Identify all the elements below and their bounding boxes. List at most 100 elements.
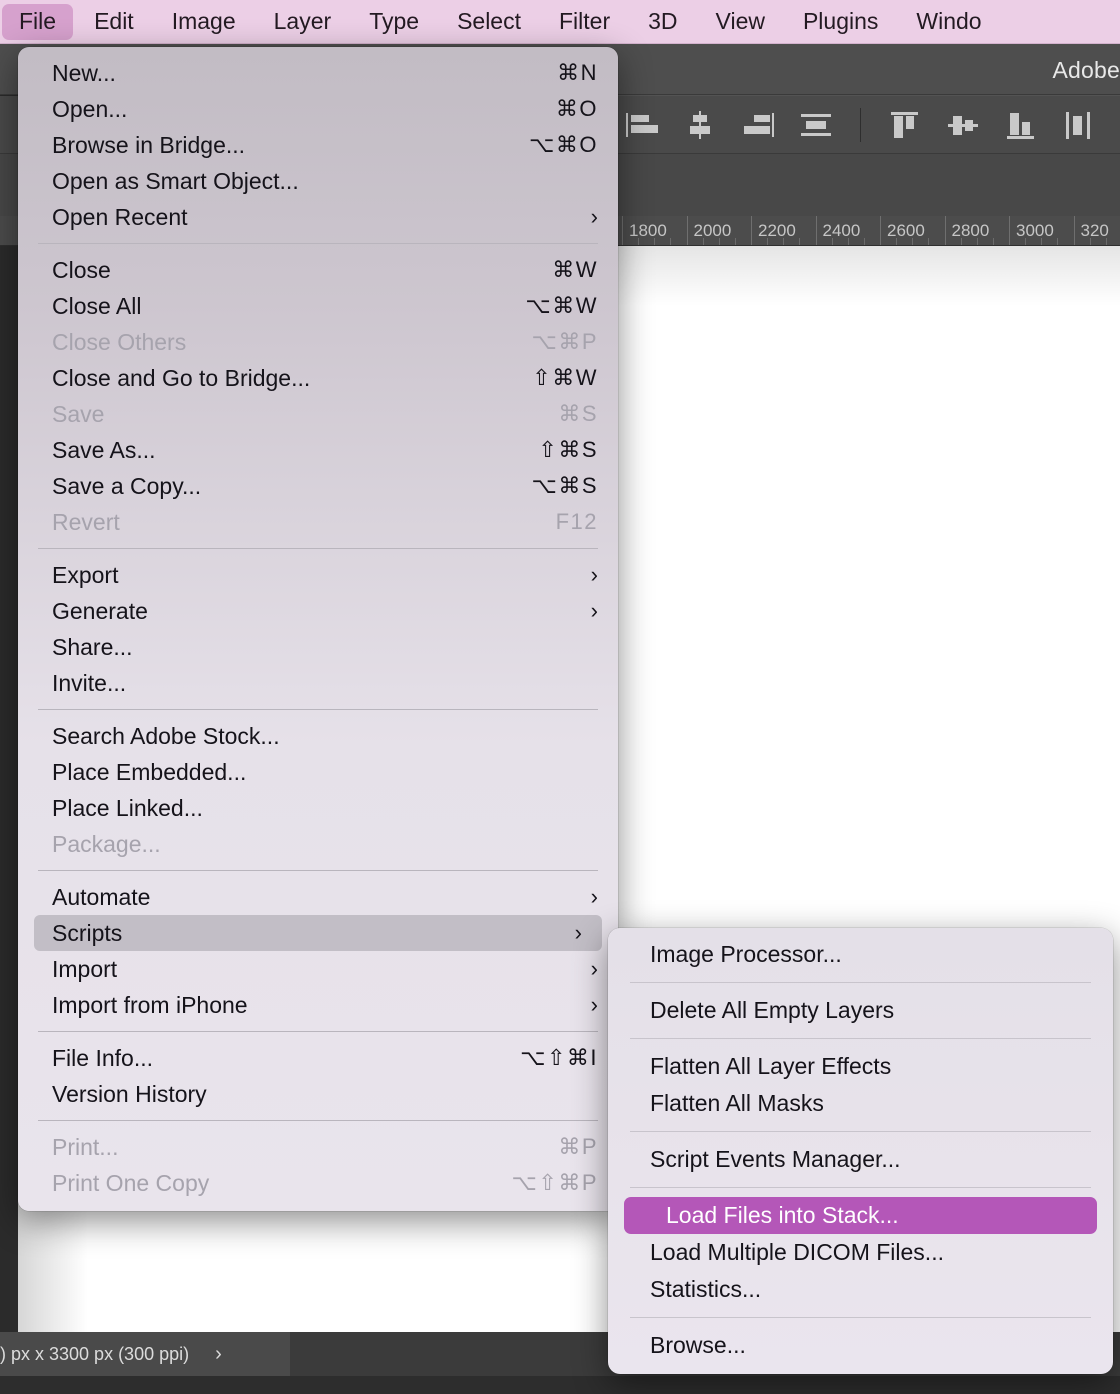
ruler-label: 2200 — [758, 221, 796, 240]
file-menu-item-shortcut: ⇧⌘S — [538, 437, 598, 462]
align-right-edges-icon[interactable] — [740, 110, 776, 140]
menubar-item-3d[interactable]: 3D — [631, 4, 694, 40]
file-menu-item-search-adobe-stock[interactable]: Search Adobe Stock... — [18, 718, 618, 754]
ruler-minor-tick — [799, 238, 801, 245]
file-menu-item-label: Print One Copy — [52, 1169, 210, 1196]
align-horizontal-centers-icon[interactable] — [682, 110, 718, 140]
scripts-submenu: Image Processor... Delete All Empty Layer… — [608, 928, 1113, 1374]
file-menu-item-invite[interactable]: Invite... — [18, 665, 618, 701]
file-menu-item-save-a-copy[interactable]: Save a Copy... ⌥⌘S — [18, 468, 618, 504]
ruler-minor-tick — [1089, 238, 1091, 245]
file-menu-item-shortcut: F12 — [555, 509, 598, 534]
bottom-strip — [0, 1376, 1120, 1394]
scripts-menu-item-statistics[interactable]: Statistics... — [608, 1271, 1113, 1308]
menubar-item-filter[interactable]: Filter — [542, 4, 627, 40]
ruler-minor-tick — [670, 238, 672, 245]
ruler-minor-tick — [702, 238, 704, 245]
file-menu-item-shortcut: ⌥⇧⌘I — [520, 1045, 598, 1070]
file-menu-item-open[interactable]: Open... ⌘O — [18, 91, 618, 127]
file-menu-item-label: Import from iPhone — [52, 991, 248, 1018]
file-menu-item-scripts[interactable]: Scripts › — [34, 915, 602, 951]
file-menu-item-open-recent[interactable]: Open Recent › — [18, 199, 618, 235]
scripts-menu-item-label: Statistics... — [650, 1276, 762, 1302]
file-menu-item-place-embedded[interactable]: Place Embedded... — [18, 754, 618, 790]
file-menu-item-automate[interactable]: Automate › — [18, 879, 618, 915]
file-menu-item-label: Open... — [52, 95, 128, 122]
file-menu-item-browse-in-bridge[interactable]: Browse in Bridge... ⌥⌘O — [18, 127, 618, 163]
ruler-major-tick — [1009, 216, 1010, 245]
file-menu-item-save-as[interactable]: Save As... ⇧⌘S — [18, 432, 618, 468]
chevron-right-icon: › — [590, 562, 598, 587]
menubar-item-select[interactable]: Select — [440, 4, 538, 40]
ruler-minor-tick — [1057, 238, 1059, 245]
file-menu-item-open-as-smart-object[interactable]: Open as Smart Object... — [18, 163, 618, 199]
menubar-item-layer[interactable]: Layer — [257, 4, 349, 40]
scripts-menu-item-flatten-all-layer-effects[interactable]: Flatten All Layer Effects — [608, 1048, 1113, 1085]
left-rail — [0, 44, 18, 1394]
file-menu-item-label: Close — [52, 256, 111, 283]
scripts-menu-item-image-processor[interactable]: Image Processor... — [608, 936, 1113, 973]
ruler-minor-tick — [896, 238, 898, 245]
scripts-menu-item-script-events-manager[interactable]: Script Events Manager... — [608, 1141, 1113, 1178]
ruler-major-tick — [815, 216, 817, 245]
chevron-right-icon[interactable]: › — [215, 1343, 222, 1366]
file-menu-item-shortcut: ⌥⌘W — [525, 293, 598, 318]
menubar-item-plugins[interactable]: Plugins — [786, 4, 895, 40]
file-menu-item-share[interactable]: Share... — [18, 629, 618, 665]
file-menu-item-separator — [38, 870, 598, 871]
file-menu-item-version-history[interactable]: Version History — [18, 1076, 618, 1112]
file-menu-item-separator — [38, 1120, 598, 1121]
file-menu-item-revert: Revert F12 — [18, 504, 618, 540]
menubar-item-type[interactable]: Type — [352, 4, 436, 40]
file-menu-item-export[interactable]: Export › — [18, 557, 618, 593]
ruler-minor-tick — [863, 238, 865, 245]
file-menu-item-close[interactable]: Close ⌘W — [18, 252, 618, 288]
file-menu-item-shortcut: ⌥⌘O — [529, 132, 598, 157]
file-menu-item-close-all[interactable]: Close All ⌥⌘W — [18, 288, 618, 324]
ruler-minor-tick — [1041, 238, 1043, 245]
app-title: Adobe — [1052, 57, 1120, 83]
chevron-right-icon: › — [574, 920, 582, 945]
file-menu-item-label: Browse in Bridge... — [52, 131, 246, 158]
file-menu-item-close-and-go-to-bridge[interactable]: Close and Go to Bridge... ⇧⌘W — [18, 360, 618, 396]
chevron-right-icon: › — [590, 204, 598, 229]
ruler-major-tick — [880, 216, 881, 245]
menubar-item-file[interactable]: File — [2, 3, 74, 40]
menubar-item-image[interactable]: Image — [155, 4, 253, 40]
distribute-vertical-icon[interactable] — [1061, 110, 1097, 140]
menubar-item-view[interactable]: View — [699, 4, 782, 40]
ruler-major-tick — [1073, 216, 1075, 245]
align-vertical-centers-icon[interactable] — [945, 110, 981, 140]
ruler-minor-tick — [992, 238, 994, 245]
distribute-horizontal-icon[interactable] — [798, 110, 834, 140]
file-menu-item-generate[interactable]: Generate › — [18, 593, 618, 629]
file-menu-item-shortcut: ⌘W — [552, 257, 598, 282]
align-top-edges-icon[interactable] — [887, 110, 923, 140]
file-menu-item-label: Save — [52, 400, 105, 427]
scripts-menu-item-browse[interactable]: Browse... — [608, 1327, 1113, 1364]
file-menu-item-import-from-iphone[interactable]: Import from iPhone › — [18, 987, 618, 1023]
ruler-major-tick — [686, 216, 688, 245]
file-menu-item-shortcut: ⌥⇧⌘P — [511, 1170, 598, 1195]
scripts-menu-item-flatten-all-masks[interactable]: Flatten All Masks — [608, 1085, 1113, 1122]
file-menu-item-file-info[interactable]: File Info... ⌥⇧⌘I — [18, 1040, 618, 1076]
file-menu-item-import[interactable]: Import › — [18, 951, 618, 987]
align-bottom-edges-icon[interactable] — [1003, 110, 1039, 140]
alignment-icon-group — [624, 96, 1120, 154]
file-menu-item-label: Close and Go to Bridge... — [52, 364, 311, 391]
scripts-menu-item-load-multiple-dicom-files[interactable]: Load Multiple DICOM Files... — [608, 1234, 1113, 1271]
align-left-edges-icon[interactable] — [624, 110, 660, 140]
file-menu-item-print: Print... ⌘P — [18, 1129, 618, 1165]
file-menu-item-new[interactable]: New... ⌘N — [18, 55, 618, 91]
menubar-item-edit[interactable]: Edit — [77, 4, 151, 40]
ruler-label: 2000 — [693, 221, 732, 240]
document-size-status[interactable]: ) px x 3300 px (300 ppi) › — [0, 1332, 290, 1376]
scripts-menu-item-delete-all-empty-layers[interactable]: Delete All Empty Layers — [608, 992, 1113, 1029]
ruler-label: 1800 — [629, 221, 667, 240]
menubar-item-windo[interactable]: Windo — [899, 4, 998, 40]
file-menu-item-place-linked[interactable]: Place Linked... — [18, 790, 618, 826]
ruler-major-tick — [751, 216, 752, 245]
file-menu-item-label: Package... — [52, 830, 161, 857]
scripts-menu-item-load-files-into-stack[interactable]: Load Files into Stack... — [624, 1197, 1097, 1234]
file-menu-item-label: Revert — [52, 508, 120, 535]
